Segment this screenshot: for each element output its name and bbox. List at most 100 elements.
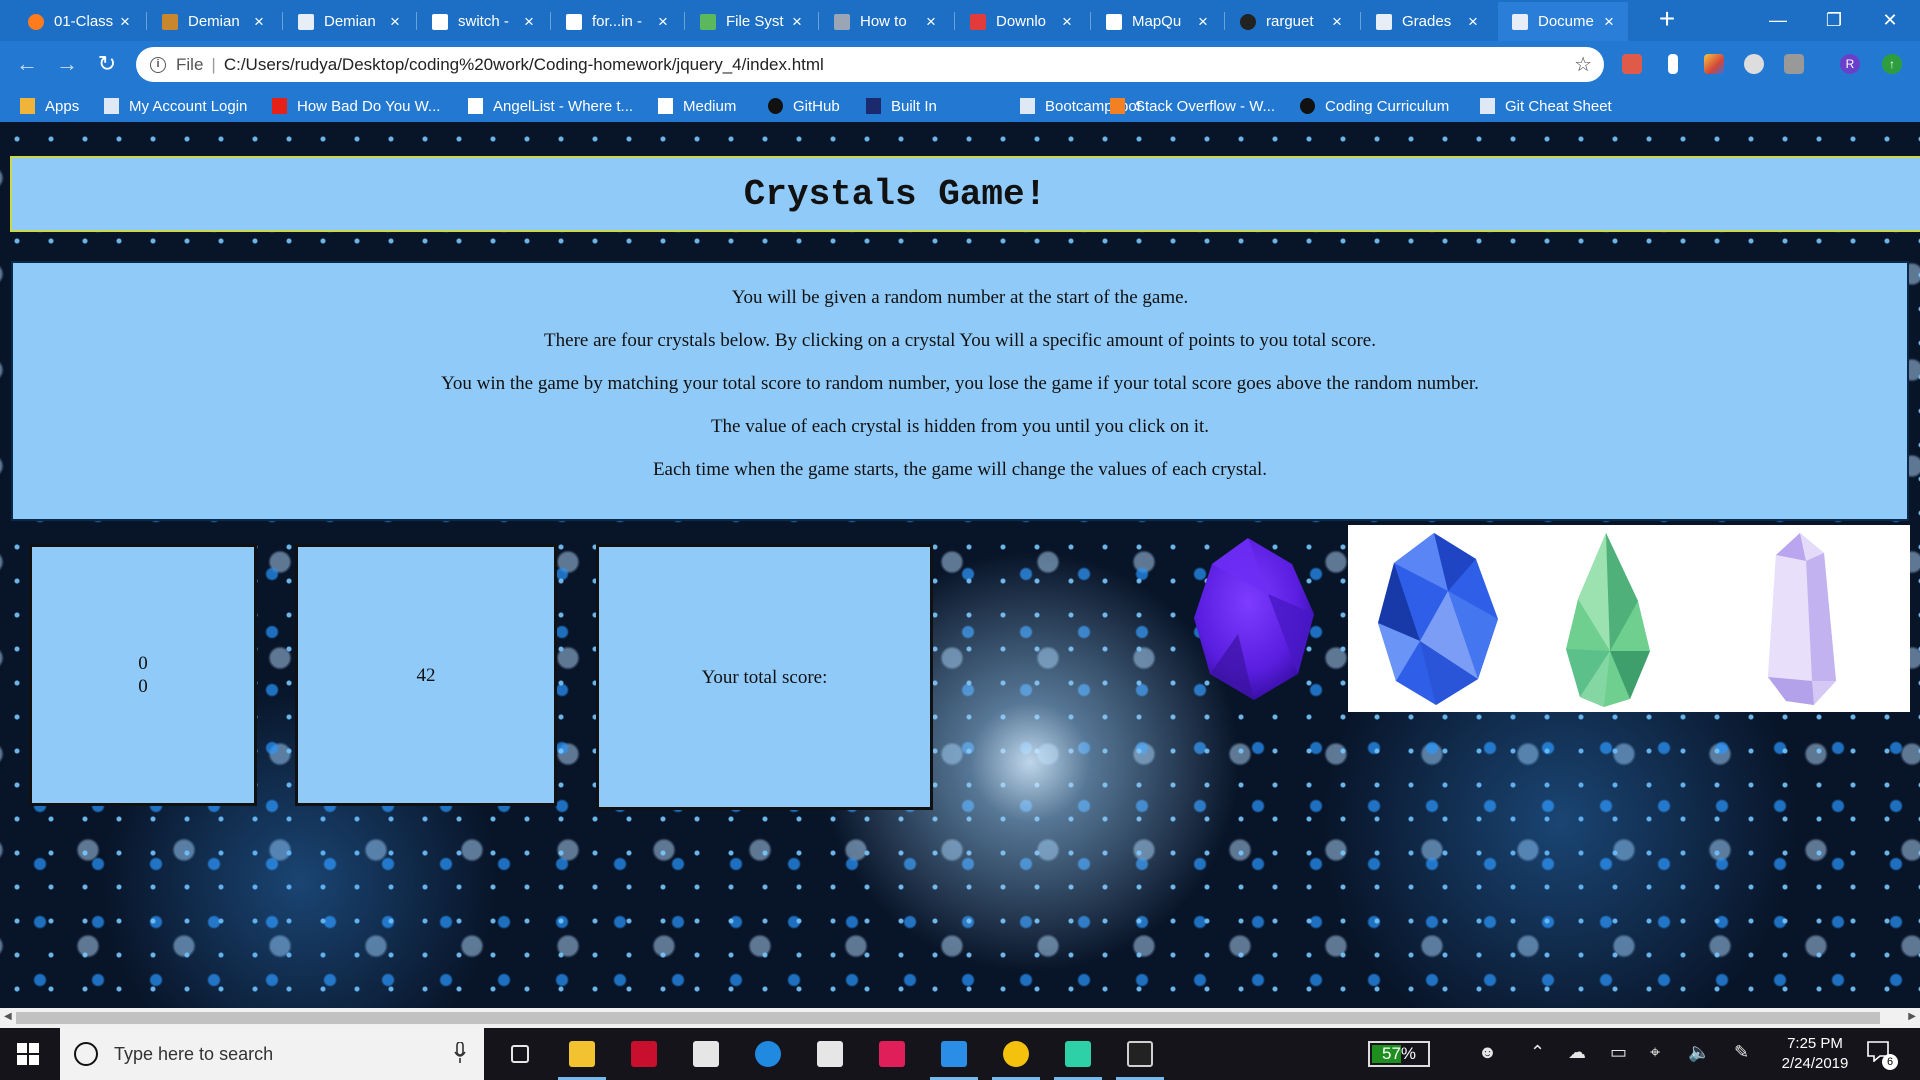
reload-button[interactable]: ↻ [92,49,122,79]
tab-title: How to [860,13,907,30]
taskbar-app[interactable] [1110,1028,1170,1080]
scroll-right-icon[interactable]: ▶ [1908,1011,1916,1022]
taskbar-app[interactable] [676,1028,736,1080]
bookmark-item[interactable]: How Bad Do You W... [272,95,440,117]
profile-avatar[interactable]: R [1840,54,1860,74]
extension-image-icon[interactable] [1704,54,1724,74]
taskbar-app[interactable] [924,1028,984,1080]
taskbar-app[interactable] [490,1028,550,1080]
taskbar-app[interactable] [738,1028,798,1080]
title-box: Crystals Game! [10,156,1920,232]
close-window-button[interactable]: ✕ [1862,0,1918,41]
action-center-button[interactable]: 6 [1866,1040,1898,1070]
angellist-icon [468,98,483,114]
microphone-icon[interactable] [454,1042,466,1064]
taskbar-app[interactable] [1048,1028,1108,1080]
pen-icon[interactable]: ✎ [1734,1042,1749,1063]
taskbar-app[interactable] [614,1028,674,1080]
close-tab-icon[interactable]: × [1194,12,1212,32]
close-tab-icon[interactable]: × [520,12,538,32]
bookmark-item[interactable]: Coding Curriculum [1300,95,1449,117]
taskbar-app[interactable] [862,1028,922,1080]
extension-gray-icon[interactable] [1784,54,1804,74]
extension-record-icon[interactable] [1622,54,1642,74]
chevron-up-icon[interactable]: ⌃ [1530,1042,1545,1063]
random-number: 42 [416,664,436,686]
close-tab-icon[interactable]: × [788,12,806,32]
close-tab-icon[interactable]: × [1464,12,1482,32]
bookmark-star-icon[interactable]: ☆ [1574,52,1592,77]
document-icon [1376,13,1392,30]
bookmark-item[interactable]: Built In [866,95,937,117]
browser-tab[interactable]: How to × [820,2,950,41]
slack-icon [879,1041,905,1067]
scrollbar-thumb[interactable] [16,1012,1880,1024]
update-icon[interactable]: ↑ [1882,54,1902,74]
bookmark-item[interactable]: Git Cheat Sheet [1480,95,1612,117]
minimize-button[interactable]: — [1750,0,1806,41]
browser-tab[interactable]: Downlo × [956,2,1086,41]
page-title: Crystals Game! [743,173,1047,215]
bookmark-item[interactable]: AngelList - Where t... [468,95,633,117]
browser-tab[interactable]: switch - × [418,2,548,41]
battery-indicator[interactable]: 57% [1368,1041,1430,1067]
browser-tab[interactable]: Grades × [1362,2,1492,41]
instruction-line: There are four crystals below. By clicki… [544,330,1376,351]
close-tab-icon[interactable]: × [922,12,940,32]
forward-button[interactable]: → [52,49,82,79]
restore-button[interactable]: ❐ [1806,0,1862,41]
battery-icon[interactable]: ▭ [1610,1042,1627,1063]
close-tab-icon[interactable]: × [116,12,134,32]
taskbar: Type here to search 57% ☻ ⌃ ☁ ▭ ⌖ 🔈 ✎ 7:… [0,1028,1920,1080]
taskbar-app[interactable] [552,1028,612,1080]
terminal-icon [1127,1041,1153,1067]
close-tab-icon[interactable]: × [1328,12,1346,32]
close-tab-icon[interactable]: × [1600,12,1618,32]
bookmark-item[interactable]: GitHub [768,95,840,117]
browser-tab[interactable]: MapQu × [1092,2,1222,41]
back-button[interactable]: ← [12,49,42,79]
bookmark-item[interactable]: Stack Overflow - W... [1110,95,1275,117]
green-crystal[interactable] [1564,531,1654,707]
taskbar-app[interactable] [986,1028,1046,1080]
task-view-icon [511,1045,529,1063]
browser-tab[interactable]: 01-Class × [14,2,144,41]
browser-tab[interactable]: Docume × [1498,2,1628,41]
browser-tab[interactable]: File Syst × [686,2,816,41]
horizontal-scrollbar[interactable]: ◀ ▶ [0,1008,1920,1028]
blue-crystal[interactable] [1374,531,1504,707]
scroll-left-icon[interactable]: ◀ [4,1011,12,1022]
github-icon [768,98,783,114]
lavender-crystal[interactable] [1766,531,1838,707]
taskbar-app[interactable] [800,1028,860,1080]
browser-tab[interactable]: Demian × [148,2,278,41]
volume-icon[interactable]: 🔈 [1688,1042,1710,1063]
system-clock[interactable]: 7:25 PM 2/24/2019 [1770,1034,1860,1074]
address-url[interactable]: C:/Users/rudya/Desktop/coding%20work/Cod… [224,55,1574,75]
bookmark-item[interactable]: Apps [20,95,79,117]
browser-tab[interactable]: for...in - × [552,2,682,41]
wifi-icon[interactable]: ⌖ [1650,1042,1660,1063]
mcafee-icon [631,1041,657,1067]
bookmark-item[interactable]: Medium [658,95,736,117]
taskbar-search[interactable]: Type here to search [60,1028,484,1080]
browser-tab[interactable]: rarguet × [1226,2,1356,41]
extension-square-icon[interactable] [1668,54,1678,74]
close-tab-icon[interactable]: × [250,12,268,32]
medium-icon [658,98,673,114]
info-icon[interactable]: i [150,56,166,73]
onedrive-icon[interactable]: ☁ [1568,1042,1586,1063]
browser-tab[interactable]: Demian × [284,2,414,41]
close-tab-icon[interactable]: × [1058,12,1076,32]
close-tab-icon[interactable]: × [386,12,404,32]
instruction-line: Each time when the game starts, the game… [652,459,1268,480]
github-icon [1300,98,1315,114]
close-tab-icon[interactable]: × [654,12,672,32]
address-bar[interactable]: i File | C:/Users/rudya/Desktop/coding%2… [136,47,1604,82]
new-tab-button[interactable]: + [1652,5,1682,35]
people-icon[interactable]: ☻ [1478,1042,1497,1063]
extension-circle-icon[interactable] [1744,54,1764,74]
purple-crystal[interactable] [1188,534,1320,704]
bookmark-item[interactable]: My Account Login [104,95,247,117]
start-button[interactable] [0,1028,56,1080]
